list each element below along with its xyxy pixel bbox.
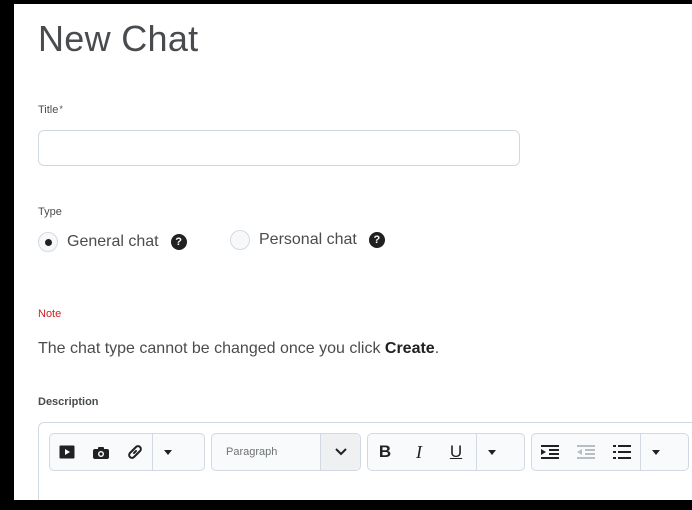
- new-chat-page: New Chat Title* Type General chat ? Pers…: [14, 4, 692, 500]
- type-label: Type: [38, 206, 62, 218]
- page-title: New Chat: [38, 18, 199, 59]
- video-icon: [59, 445, 75, 459]
- bullet-list-button[interactable]: [604, 434, 640, 470]
- format-select-toggle[interactable]: [320, 434, 360, 470]
- radio-personal-chat[interactable]: Personal chat ?: [230, 230, 385, 250]
- insert-more-dropdown[interactable]: [153, 434, 183, 470]
- format-select-value: Paragraph: [226, 446, 278, 458]
- radio-button-general[interactable]: [38, 232, 58, 252]
- help-icon[interactable]: ?: [170, 234, 187, 250]
- radio-general-chat[interactable]: General chat ?: [38, 232, 187, 252]
- indent-icon: [541, 445, 559, 459]
- title-input[interactable]: [38, 130, 520, 166]
- chevron-down-icon: [652, 449, 660, 455]
- note-text-main: The chat type cannot be changed once you…: [38, 340, 385, 357]
- help-icon[interactable]: ?: [368, 232, 385, 248]
- editor-toolbar: Paragraph B I U: [49, 433, 689, 471]
- list-more-dropdown[interactable]: [641, 434, 671, 470]
- radio-label-general[interactable]: General chat: [67, 233, 159, 251]
- text-style-more-dropdown[interactable]: [477, 434, 507, 470]
- chevron-down-icon: [334, 448, 347, 456]
- note-text: The chat type cannot be changed once you…: [38, 340, 439, 358]
- description-label: Description: [38, 396, 99, 408]
- outdent-icon: [577, 445, 595, 459]
- description-editor[interactable]: Paragraph B I U: [38, 422, 692, 500]
- note-create-emphasis: Create: [384, 340, 435, 357]
- radio-button-personal[interactable]: [230, 230, 250, 250]
- bullet-list-icon: [613, 445, 631, 459]
- list-group: [531, 433, 689, 471]
- insert-image-button[interactable]: [84, 434, 118, 470]
- chevron-down-icon: [488, 449, 496, 455]
- outdent-button[interactable]: [568, 434, 604, 470]
- note-text-end: .: [434, 340, 440, 357]
- underline-button[interactable]: U: [436, 434, 476, 470]
- title-label: Title*: [38, 104, 63, 116]
- chevron-down-icon: [164, 449, 172, 455]
- link-icon: [128, 445, 142, 459]
- insert-group: [49, 433, 205, 471]
- note-label: Note: [38, 308, 62, 320]
- required-mark: *: [59, 104, 63, 114]
- format-select[interactable]: Paragraph: [211, 433, 361, 471]
- title-label-text: Title: [38, 104, 59, 116]
- text-style-group: B I U: [367, 433, 525, 471]
- radio-label-personal[interactable]: Personal chat: [259, 231, 357, 249]
- insert-video-button[interactable]: [50, 434, 84, 470]
- indent-button[interactable]: [532, 434, 568, 470]
- insert-link-button[interactable]: [118, 434, 152, 470]
- italic-button[interactable]: I: [402, 434, 436, 470]
- bold-button[interactable]: B: [368, 434, 402, 470]
- camera-icon: [93, 446, 109, 459]
